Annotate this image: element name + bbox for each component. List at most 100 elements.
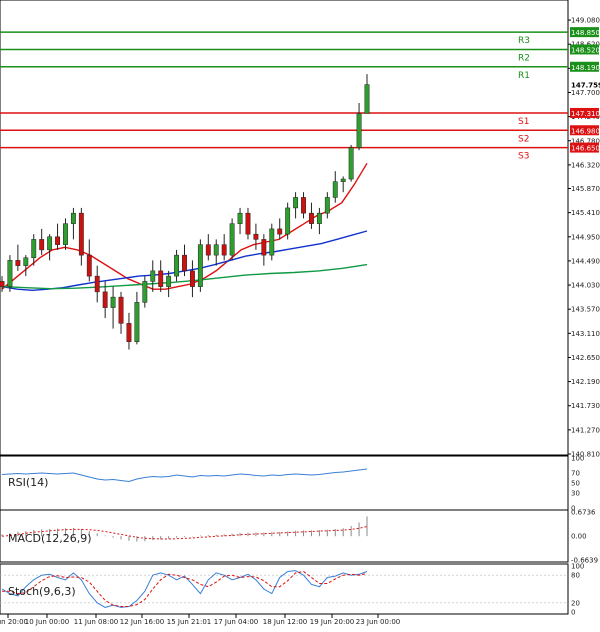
candle-body <box>221 244 227 256</box>
candle-body <box>78 212 84 256</box>
price-tick-label: 142.650 <box>571 354 600 362</box>
stoch-tick-label: 0 <box>571 609 575 617</box>
candle-body <box>309 212 314 224</box>
stoch-pane-frame <box>0 563 569 615</box>
price-tick-label: 144.030 <box>571 282 600 290</box>
candle-body <box>158 270 164 287</box>
x-tick-label: 17 Jun 04:00 <box>214 618 258 626</box>
candle-body <box>23 257 29 266</box>
candle-body <box>182 254 187 272</box>
candle-body <box>55 236 60 245</box>
rsi-tick-label: 30 <box>571 490 580 498</box>
candle-body <box>261 239 267 256</box>
candle-body <box>47 236 53 251</box>
last-price-label: 147.759 <box>571 82 600 90</box>
candle-body <box>340 178 346 182</box>
rsi-tick-label: 70 <box>571 470 580 478</box>
stoch-label: Stoch(9,6,3) <box>8 585 76 598</box>
level-label: S3 <box>518 152 529 162</box>
level-label: R3 <box>518 36 530 46</box>
stoch-tick-label: 80 <box>571 572 580 580</box>
candle-body <box>277 228 283 235</box>
candle-body <box>126 323 132 342</box>
candle-body <box>110 296 116 308</box>
candle-body <box>213 244 219 256</box>
candle-body <box>285 207 291 235</box>
level-price-label: 146.980 <box>571 127 600 135</box>
rsi-tick-label: 100 <box>571 455 584 463</box>
price-tick-label: 141.730 <box>571 402 600 410</box>
level-label: S2 <box>518 134 529 144</box>
candle-body <box>31 239 37 259</box>
forex-chart: 149.080148.620148.160147.700147.240146.7… <box>0 0 600 628</box>
rsi-label: RSI(14) <box>8 476 48 489</box>
macd-tick-label: 0.6736 <box>571 509 596 517</box>
price-tick-label: 147.700 <box>571 89 600 97</box>
price-tick-label: 144.490 <box>571 257 600 265</box>
candle-body <box>86 254 92 277</box>
candle-body <box>301 197 306 214</box>
level-price-label: 148.520 <box>571 46 600 54</box>
x-tick-label: 11 Jun 08:00 <box>74 618 118 626</box>
x-tick-label: 23 Jun 00:00 <box>356 618 400 626</box>
x-tick-label: 15 Jun 21:01 <box>167 618 211 626</box>
level-label: R1 <box>518 71 530 81</box>
x-tick-label: 10 Jun 00:00 <box>25 618 69 626</box>
candle-body <box>245 212 251 235</box>
candle-body <box>102 291 108 308</box>
candle-body <box>293 197 299 209</box>
candle-body <box>269 228 275 256</box>
candle-body <box>205 244 211 256</box>
rsi-tick-label: 50 <box>571 480 580 488</box>
level-price-label: 148.850 <box>571 29 600 37</box>
candle-body <box>348 147 354 180</box>
candle-body <box>134 302 140 342</box>
level-label: S1 <box>518 117 529 127</box>
candle-body <box>174 254 179 277</box>
price-tick-label: 141.270 <box>571 426 600 434</box>
candle-body <box>356 113 362 148</box>
candle-body <box>166 275 172 287</box>
price-tick-label: 142.190 <box>571 378 600 386</box>
candle-body <box>364 84 370 114</box>
candle-body <box>94 275 100 293</box>
price-tick-label: 144.950 <box>571 233 600 241</box>
candle-body <box>316 212 322 224</box>
x-tick-label: 12 Jun 16:00 <box>120 618 164 626</box>
candle-body <box>197 244 203 287</box>
macd-tick-label: 0.00 <box>571 533 587 541</box>
stoch-tick-label: 20 <box>571 599 580 607</box>
candle-body <box>7 260 13 287</box>
candle-body <box>15 260 21 266</box>
level-label: R2 <box>518 53 530 63</box>
chart-svg: 149.080148.620148.160147.700147.240146.7… <box>0 0 600 626</box>
level-price-label: 148.190 <box>571 64 600 72</box>
candle-body <box>63 223 68 245</box>
x-tick-label: 19 Jun 20:00 <box>310 618 354 626</box>
macd-label: MACD(12,26,9) <box>8 532 92 545</box>
candle-body <box>253 233 259 240</box>
price-tick-label: 143.110 <box>571 330 600 338</box>
price-tick-label: 145.410 <box>571 209 600 217</box>
price-tick-label: 149.080 <box>571 17 600 25</box>
candle-body <box>229 223 235 256</box>
candle-body <box>237 212 243 224</box>
candle-body <box>190 270 195 287</box>
candle-body <box>0 281 5 287</box>
level-price-label: 147.310 <box>571 110 600 118</box>
price-tick-label: 145.870 <box>571 185 600 193</box>
candle-body <box>324 197 330 214</box>
level-price-label: 146.650 <box>571 145 600 153</box>
candle-body <box>39 239 45 251</box>
x-tick-label: 18 Jun 12:00 <box>263 618 307 626</box>
candle-body <box>118 296 124 324</box>
stoch-tick-label: 100 <box>571 563 584 571</box>
candle-body <box>332 181 338 198</box>
candle-body <box>70 212 76 224</box>
price-pane-frame <box>0 0 569 456</box>
price-tick-label: 143.570 <box>571 306 600 314</box>
candle-body <box>142 281 148 303</box>
price-tick-label: 146.320 <box>571 161 600 169</box>
candle-body <box>150 270 156 282</box>
rsi-pane-frame <box>0 455 569 511</box>
